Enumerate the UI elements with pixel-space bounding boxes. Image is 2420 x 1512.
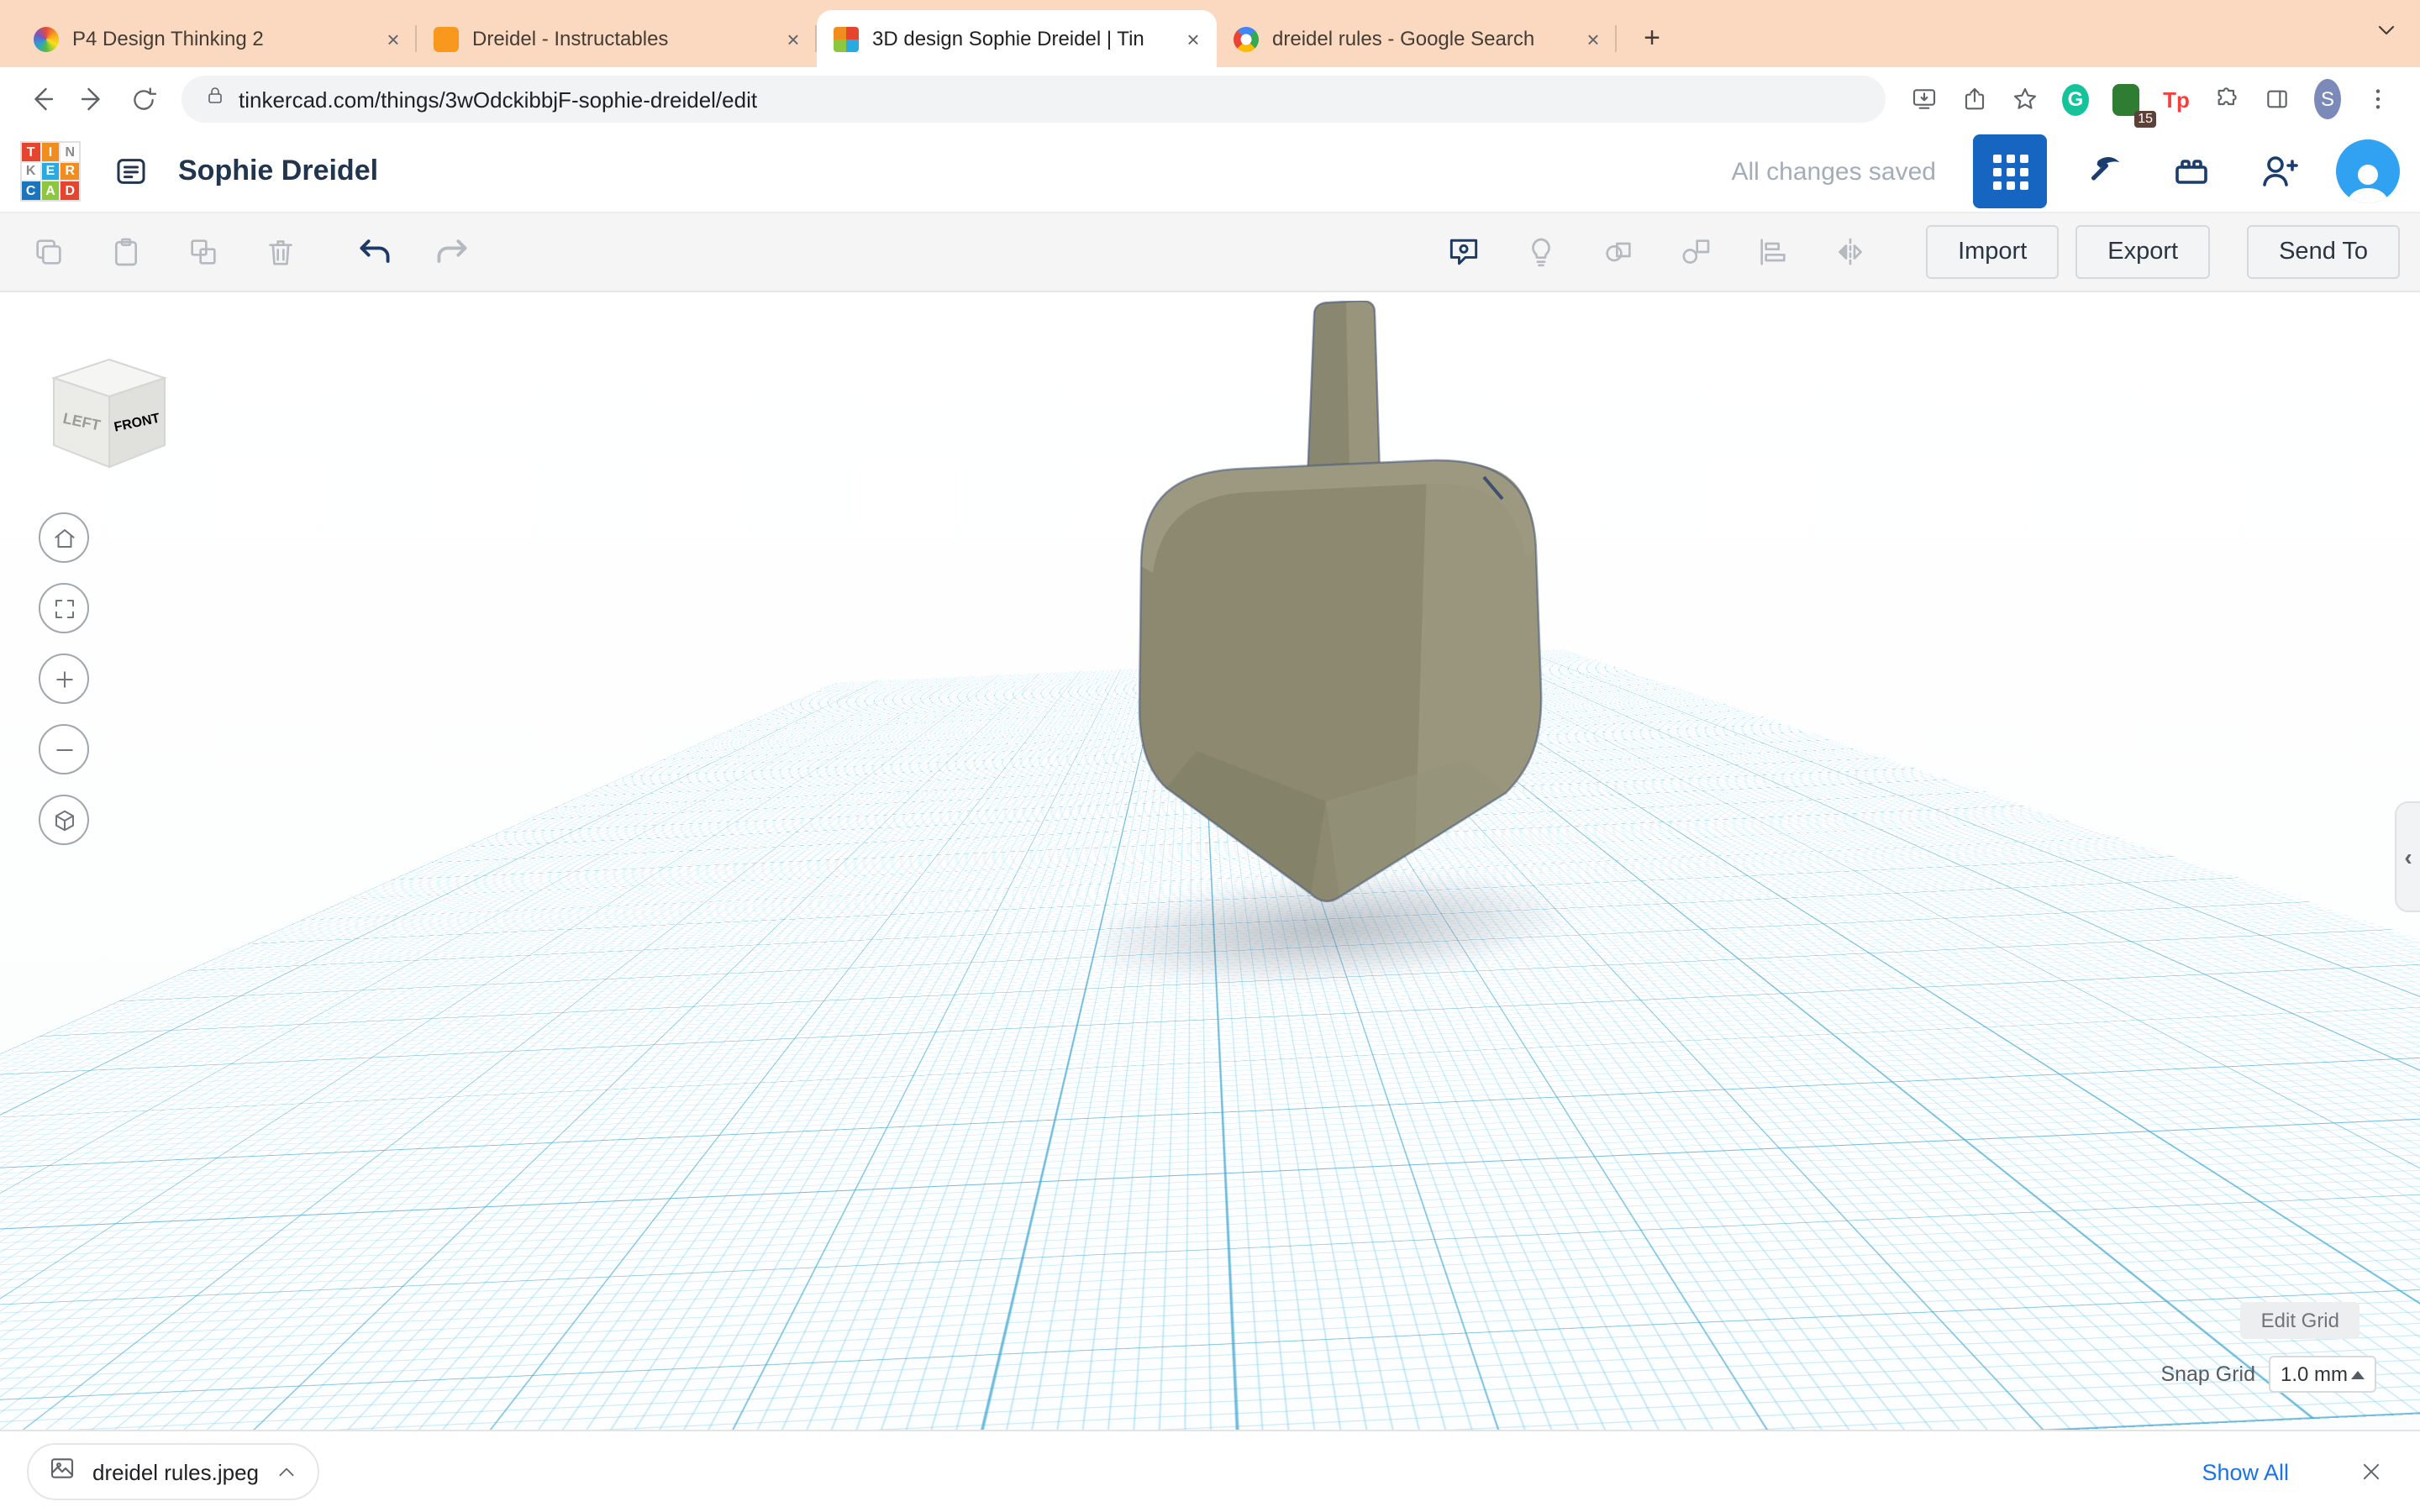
reload-button[interactable]	[118, 74, 168, 124]
grid-icon	[1992, 154, 2028, 189]
download-bar: dreidel rules.jpeg Show All	[0, 1430, 2420, 1512]
browser-tab[interactable]: 3D design Sophie Dreidel | Tin ×	[817, 10, 1217, 67]
screen: P4 Design Thinking 2×Dreidel - Instructa…	[0, 0, 2420, 1512]
zoom-in-button[interactable]	[39, 654, 89, 704]
workspaces-grid-button[interactable]	[1973, 134, 2047, 208]
share-icon[interactable]	[1951, 76, 1998, 123]
notes-visibility-icon[interactable]	[1435, 223, 1492, 281]
grammarly-extension-icon[interactable]: G	[2052, 76, 2099, 123]
snap-grid-select[interactable]: 1.0 mm	[2269, 1356, 2376, 1393]
tab-title: dreidel rules - Google Search	[1272, 27, 1566, 50]
logo-tile: E	[41, 162, 59, 180]
url-text: tinkercad.com/things/3wOdckibbjF-sophie-…	[239, 87, 757, 112]
edit-toolbar: Import Export Send To	[0, 213, 2420, 292]
browser-tab[interactable]: dreidel rules - Google Search ×	[1217, 10, 1617, 67]
chevron-up-icon	[2351, 1370, 2365, 1378]
app-header: TIN KER CAD Sophie Dreidel All changes sav…	[0, 131, 2420, 213]
3d-viewport[interactable]: LEFT FRONT ‹ Edit Grid Snap Grid	[0, 292, 2420, 1430]
download-bar-close-icon[interactable]	[2349, 1458, 2393, 1485]
image-file-icon	[49, 1454, 76, 1489]
fit-view-button[interactable]	[39, 583, 89, 633]
dreidel-model[interactable]	[1126, 301, 1556, 919]
tp-extension-icon[interactable]: Tp	[2153, 76, 2200, 123]
browser-tab-strip: P4 Design Thinking 2×Dreidel - Instructa…	[0, 0, 2420, 67]
tinkercad-favicon-icon	[834, 26, 859, 51]
instructables-favicon-icon	[434, 26, 459, 51]
tab-close-icon[interactable]: ×	[780, 25, 807, 52]
pinwheel-favicon-icon	[34, 26, 59, 51]
perspective-toggle-button[interactable]	[39, 795, 89, 845]
undo-icon[interactable]	[346, 223, 403, 281]
design-properties-button[interactable]	[104, 144, 158, 198]
download-expand-chevron-icon[interactable]	[276, 1461, 297, 1483]
paste-icon[interactable]	[97, 223, 155, 281]
tab-list: P4 Design Thinking 2×Dreidel - Instructa…	[17, 10, 1617, 67]
design-title[interactable]: Sophie Dreidel	[178, 155, 378, 188]
view-cube[interactable]: LEFT FRONT	[40, 349, 178, 487]
show-all-button[interactable]: Show All	[2185, 1449, 2306, 1494]
browser-menu-kebab-icon[interactable]	[2354, 76, 2402, 123]
logo-tile: T	[22, 143, 39, 160]
align-icon[interactable]	[1744, 223, 1802, 281]
google-favicon-icon	[1234, 26, 1259, 51]
edit-grid-button[interactable]: Edit Grid	[2241, 1302, 2360, 1339]
tab-close-icon[interactable]: ×	[1580, 25, 1607, 52]
url-bar[interactable]: tinkercad.com/things/3wOdckibbjF-sophie-…	[182, 76, 1886, 123]
copy-icon[interactable]	[20, 223, 77, 281]
invite-collaborator-icon[interactable]	[2249, 141, 2309, 202]
snap-grid-row: Snap Grid 1.0 mm	[2160, 1356, 2376, 1393]
view-tools	[39, 512, 89, 845]
export-button[interactable]: Export	[2075, 225, 2210, 279]
lightbulb-icon[interactable]	[1512, 223, 1570, 281]
tab-title: Dreidel - Instructables	[472, 27, 766, 50]
logo-tile: N	[61, 143, 79, 160]
logo-tile: C	[22, 182, 39, 200]
side-panel-icon[interactable]	[2254, 76, 2301, 123]
tab-close-icon[interactable]: ×	[380, 25, 407, 52]
logo-tile: D	[61, 182, 79, 200]
logo-tile: I	[41, 143, 59, 160]
panel-collapse-handle[interactable]: ‹	[2395, 801, 2420, 912]
brick-export-icon[interactable]	[2161, 141, 2222, 202]
zoom-out-button[interactable]	[39, 724, 89, 774]
delete-icon[interactable]	[252, 223, 309, 281]
send-to-button[interactable]: Send To	[2247, 225, 2400, 279]
download-file-name: dreidel rules.jpeg	[92, 1459, 259, 1484]
browser-address-bar: tinkercad.com/things/3wOdckibbjF-sophie-…	[0, 67, 2420, 131]
browser-tab[interactable]: P4 Design Thinking 2 ×	[17, 10, 417, 67]
extensions-puzzle-icon[interactable]	[2203, 76, 2250, 123]
tab-close-icon[interactable]: ×	[1180, 25, 1207, 52]
forward-button[interactable]	[67, 74, 118, 124]
ungroup-icon[interactable]	[1667, 223, 1724, 281]
minecraft-pickaxe-icon[interactable]	[2074, 141, 2134, 202]
logo-tile: R	[61, 162, 79, 180]
tab-title: 3D design Sophie Dreidel | Tin	[872, 27, 1166, 50]
browser-tab[interactable]: Dreidel - Instructables ×	[417, 10, 817, 67]
lock-icon	[205, 84, 225, 114]
browser-profile-chip[interactable]: S	[2304, 76, 2351, 123]
tinkercad-logo[interactable]: TIN KER CAD	[20, 141, 81, 202]
tab-search-chevron-icon[interactable]	[2373, 17, 2400, 52]
bookmark-star-icon[interactable]	[2002, 76, 2049, 123]
password-extension-icon[interactable]: 15	[2102, 76, 2149, 123]
home-view-button[interactable]	[39, 512, 89, 563]
account-avatar[interactable]	[2336, 139, 2400, 203]
download-item[interactable]: dreidel rules.jpeg	[27, 1443, 319, 1500]
duplicate-icon[interactable]	[175, 223, 232, 281]
snap-grid-label: Snap Grid	[2160, 1362, 2255, 1386]
new-tab-button[interactable]: +	[1630, 17, 1674, 60]
install-app-icon[interactable]	[1901, 76, 1948, 123]
group-icon[interactable]	[1590, 223, 1647, 281]
snap-grid-value: 1.0 mm	[2281, 1362, 2348, 1386]
mirror-icon[interactable]	[1822, 223, 1879, 281]
tab-title: P4 Design Thinking 2	[72, 27, 366, 50]
back-button[interactable]	[17, 74, 67, 124]
import-button[interactable]: Import	[1926, 225, 2059, 279]
redo-icon[interactable]	[424, 223, 481, 281]
logo-tile: A	[41, 182, 59, 200]
logo-tile: K	[22, 162, 39, 180]
save-status: All changes saved	[1732, 157, 1937, 186]
